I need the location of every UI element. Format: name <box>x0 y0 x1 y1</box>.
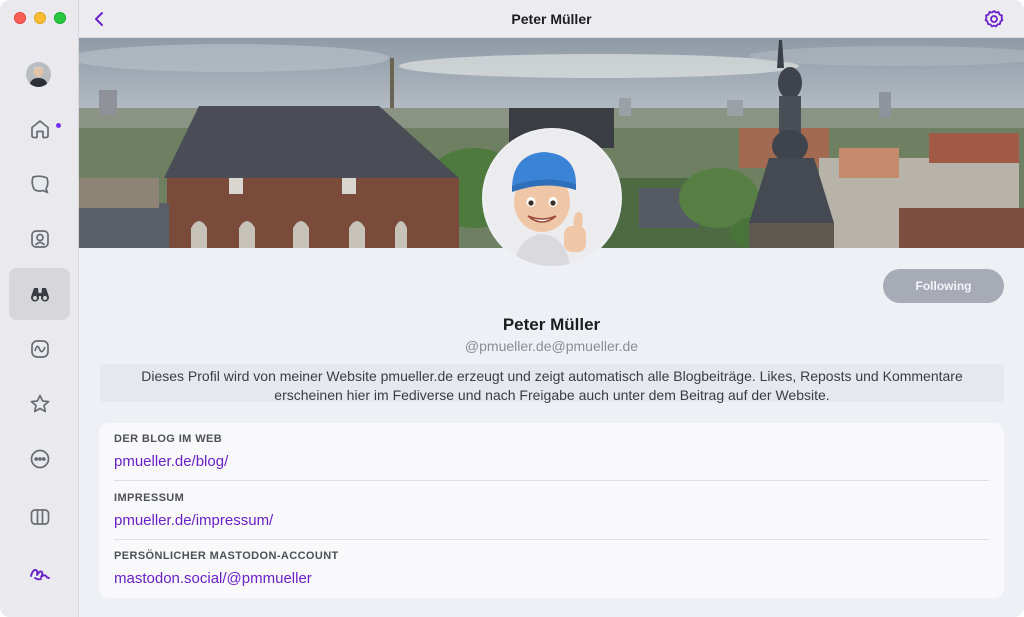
more-icon <box>30 449 49 469</box>
minimize-window-button[interactable] <box>34 12 46 24</box>
sidebar-item-more[interactable] <box>9 433 70 485</box>
notification-dot <box>56 123 61 128</box>
field-label: PERSÖNLICHER MASTODON-ACCOUNT <box>114 550 339 562</box>
activity-icon <box>30 340 49 358</box>
divider <box>114 480 989 481</box>
account-avatar[interactable] <box>26 62 51 87</box>
profile-icon <box>30 230 49 248</box>
profile-display-name: Peter Müller <box>502 315 601 334</box>
profile-fields: DER BLOG IM WEB pmueller.de/blog/ IMPRES… <box>99 423 1004 598</box>
app-window: Peter Müller Following Peter Müller @pmu… <box>0 0 1024 617</box>
window-title: Peter Müller <box>511 11 592 27</box>
field-link[interactable]: pmueller.de/blog/ <box>114 453 228 470</box>
profile-field: PERSÖNLICHER MASTODON-ACCOUNT mastodon.s… <box>114 540 989 598</box>
sidebar-item-mentions[interactable] <box>9 158 70 210</box>
sidebar-item-home[interactable] <box>9 103 70 155</box>
binoculars-icon <box>30 288 49 302</box>
field-link[interactable]: mastodon.social/@pmmueller <box>114 570 312 587</box>
sidebar-item-app-menu[interactable] <box>9 547 70 599</box>
profile-bio: Dieses Profil wird von meiner Website pm… <box>100 364 1004 403</box>
mentions-bubble-icon <box>30 175 49 194</box>
profile-handle: @pmueller.de@pmueller.de <box>464 338 639 354</box>
sidebar <box>0 0 79 617</box>
title-bar: Peter Müller <box>79 0 1024 38</box>
star-icon <box>30 394 49 413</box>
sidebar-item-favorites[interactable] <box>9 378 70 430</box>
home-icon <box>30 120 49 139</box>
sidebar-item-activity[interactable] <box>9 323 70 375</box>
sidebar-item-explore[interactable] <box>9 268 70 320</box>
field-label: DER BLOG IM WEB <box>114 433 223 445</box>
profile-field: DER BLOG IM WEB pmueller.de/blog/ <box>114 423 989 481</box>
field-label: IMPRESSUM <box>114 492 185 504</box>
sidebar-item-profile[interactable] <box>9 213 70 265</box>
field-link[interactable]: pmueller.de/impressum/ <box>114 512 273 529</box>
profile-avatar[interactable] <box>482 128 622 268</box>
zoom-window-button[interactable] <box>54 12 66 24</box>
profile-field: IMPRESSUM pmueller.de/impressum/ <box>114 482 989 540</box>
columns-icon <box>30 509 49 525</box>
gear-icon <box>984 10 1004 28</box>
sidebar-item-columns[interactable] <box>9 491 70 543</box>
app-logo-icon <box>29 568 50 581</box>
close-window-button[interactable] <box>14 12 26 24</box>
profile-settings-button[interactable] <box>984 9 1004 29</box>
following-button[interactable]: Following <box>883 269 1004 303</box>
